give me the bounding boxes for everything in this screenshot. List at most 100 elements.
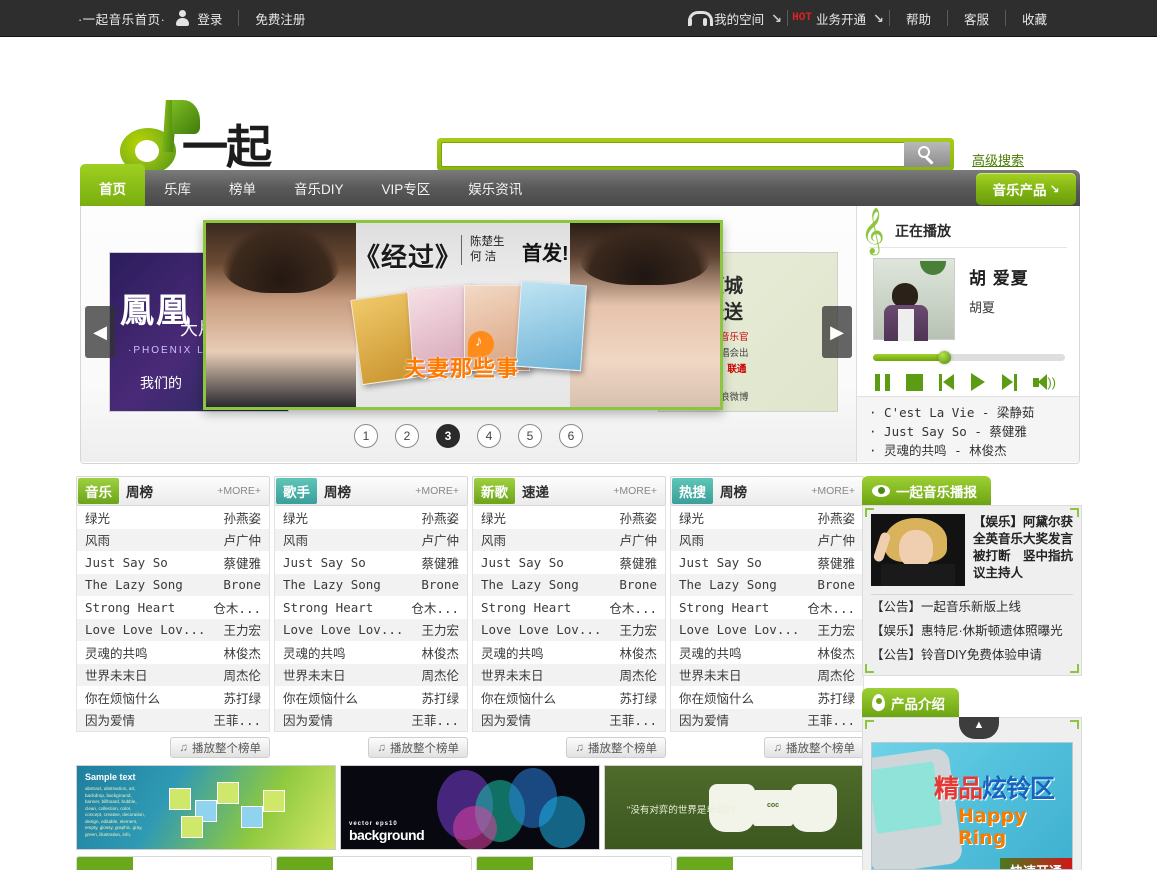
nav-item-library[interactable]: 乐库 <box>145 170 210 206</box>
stop-button[interactable] <box>906 373 923 391</box>
table-row[interactable]: 你在烦恼什么 苏打绿 <box>275 686 467 709</box>
slider-dot-5[interactable]: 5 <box>518 424 542 448</box>
footer-panel[interactable] <box>76 856 272 870</box>
site-logo[interactable]: 一起音乐 <box>120 95 310 240</box>
table-row[interactable]: Just Say So 蔡健雅 <box>671 551 863 574</box>
table-row[interactable]: Strong Heart 仓木... <box>671 596 863 619</box>
promo-thumb-green[interactable]: coc "没有对弈的世界是单调的" <box>604 765 864 850</box>
table-row[interactable]: 因为爱情 王菲... <box>77 708 269 731</box>
footer-panel[interactable] <box>676 856 872 870</box>
table-row[interactable]: 你在烦恼什么 苏打绿 <box>473 686 665 709</box>
table-row[interactable]: 风雨 卢广仲 <box>671 528 863 551</box>
table-row[interactable]: 灵魂的共鸣 林俊杰 <box>77 641 269 664</box>
playlist-item[interactable]: · Just Say So - 蔡健雅 <box>869 422 1079 441</box>
table-row[interactable]: Just Say So 蔡健雅 <box>275 551 467 574</box>
product-tab[interactable]: 产品介绍 <box>862 688 959 717</box>
slider-dot-4[interactable]: 4 <box>477 424 501 448</box>
slider-next-button[interactable]: ▶ <box>822 306 852 358</box>
table-row[interactable]: Love Love Lov... 王力宏 <box>275 618 467 641</box>
nav-item-home[interactable]: 首页 <box>80 164 145 206</box>
album-art[interactable] <box>873 258 955 341</box>
featured-news[interactable]: 【娱乐】阿黛尔获全英音乐大奖发言被打断 竖中指抗议主持人 <box>871 514 1073 595</box>
news-item[interactable]: 【娱乐】惠特尼·休斯顿遗体照曝光 <box>871 619 1073 643</box>
table-row[interactable]: The Lazy Song Brone <box>473 573 665 596</box>
table-row[interactable]: 风雨 卢广仲 <box>275 528 467 551</box>
next-button[interactable] <box>1001 373 1017 391</box>
nav-item-charts[interactable]: 榜单 <box>210 170 275 206</box>
table-row[interactable]: Love Love Lov... 王力宏 <box>671 618 863 641</box>
table-row[interactable]: 风雨 卢广仲 <box>77 528 269 551</box>
table-row[interactable]: Love Love Lov... 王力宏 <box>473 618 665 641</box>
table-row[interactable]: Just Say So 蔡健雅 <box>473 551 665 574</box>
progress-slider[interactable] <box>873 351 1065 364</box>
chart-more-link[interactable]: +MORE+ <box>217 485 261 497</box>
playlist-item[interactable]: · 灵魂的共鸣 - 林俊杰 <box>869 441 1079 460</box>
login-link[interactable]: 登录 <box>197 9 234 28</box>
chart-more-link[interactable]: +MORE+ <box>415 485 459 497</box>
footer-panel[interactable] <box>276 856 472 870</box>
table-row[interactable]: 绿光 孙燕姿 <box>671 506 863 529</box>
chevron-down-icon[interactable] <box>873 12 885 24</box>
product-banner[interactable]: 精品炫铃区 Happy Ring 快速开通 <box>871 742 1073 870</box>
chart-more-link[interactable]: +MORE+ <box>811 485 855 497</box>
table-row[interactable]: 你在烦恼什么 苏打绿 <box>671 686 863 709</box>
slider-prev-button[interactable]: ◀ <box>85 306 115 358</box>
table-row[interactable]: 灵魂的共鸣 林俊杰 <box>473 641 665 664</box>
progress-handle[interactable] <box>938 351 952 364</box>
quick-activate-button[interactable]: 快速开通 <box>999 858 1072 869</box>
table-row[interactable]: 因为爱情 王菲... <box>275 708 467 731</box>
table-row[interactable]: 因为爱情 王菲... <box>671 708 863 731</box>
table-row[interactable]: 因为爱情 王菲... <box>473 708 665 731</box>
table-row[interactable]: Strong Heart 仓木... <box>473 596 665 619</box>
table-row[interactable]: The Lazy Song Brone <box>275 573 467 596</box>
register-link[interactable]: 免费注册 <box>243 9 317 28</box>
table-row[interactable]: 世界未末日 周杰伦 <box>473 663 665 686</box>
search-button[interactable] <box>904 142 950 167</box>
table-row[interactable]: Love Love Lov... 王力宏 <box>77 618 269 641</box>
slider-dot-6[interactable]: 6 <box>559 424 583 448</box>
table-row[interactable]: 世界未末日 周杰伦 <box>275 663 467 686</box>
business-link[interactable]: 业务开通 <box>816 9 868 28</box>
table-row[interactable]: The Lazy Song Brone <box>671 573 863 596</box>
nav-item-vip[interactable]: VIP专区 <box>363 170 450 206</box>
slider-dot-3[interactable]: 3 <box>436 424 460 448</box>
play-all-button[interactable]: ♫ 播放整个榜单 <box>566 737 666 758</box>
promo-thumb-bokeh[interactable]: vector eps10 background <box>340 765 600 850</box>
table-row[interactable]: 世界未末日 周杰伦 <box>671 663 863 686</box>
news-tab[interactable]: 一起音乐播报 <box>862 476 991 505</box>
service-link[interactable]: 客服 <box>952 9 1001 28</box>
table-row[interactable]: 灵魂的共鸣 林俊杰 <box>275 641 467 664</box>
nav-item-diy[interactable]: 音乐DIY <box>275 170 363 206</box>
slider-dot-1[interactable]: 1 <box>354 424 378 448</box>
footer-panel[interactable] <box>476 856 672 870</box>
play-all-button[interactable]: ♫ 播放整个榜单 <box>368 737 468 758</box>
table-row[interactable]: 你在烦恼什么 苏打绿 <box>77 686 269 709</box>
nav-item-news[interactable]: 娱乐资讯 <box>449 170 541 206</box>
promo-thumb-abstract[interactable]: Sample text abstract, abstraction, art, … <box>76 765 336 850</box>
table-row[interactable]: Strong Heart 仓木... <box>77 596 269 619</box>
pause-button[interactable] <box>875 373 890 391</box>
play-all-button[interactable]: ♫ 播放整个榜单 <box>764 737 864 758</box>
chart-more-link[interactable]: +MORE+ <box>613 485 657 497</box>
previous-button[interactable] <box>939 373 955 391</box>
my-space-link[interactable]: 我的空间 <box>714 9 766 28</box>
playlist-item[interactable]: · C'est La Vie - 梁静茹 <box>869 403 1079 422</box>
play-button[interactable] <box>971 373 985 391</box>
table-row[interactable]: 绿光 孙燕姿 <box>473 506 665 529</box>
table-row[interactable]: Just Say So 蔡健雅 <box>77 551 269 574</box>
advanced-search-link[interactable]: 高级搜索 <box>972 150 1024 169</box>
music-product-button[interactable]: 音乐产品 ↘ <box>976 173 1076 205</box>
home-link[interactable]: ·一起音乐首页· <box>78 9 165 28</box>
news-item[interactable]: 【公告】铃音DIY免费体验申请 <box>871 643 1073 667</box>
table-row[interactable]: 灵魂的共鸣 林俊杰 <box>671 641 863 664</box>
volume-button[interactable]: )) <box>1033 373 1056 391</box>
favorite-link[interactable]: 收藏 <box>1010 9 1059 28</box>
chevron-down-icon[interactable] <box>771 12 783 24</box>
slider-dot-2[interactable]: 2 <box>395 424 419 448</box>
collapse-button[interactable]: ▲ <box>959 717 999 739</box>
table-row[interactable]: The Lazy Song Brone <box>77 573 269 596</box>
play-all-button[interactable]: ♫ 播放整个榜单 <box>170 737 270 758</box>
help-link[interactable]: 帮助 <box>894 9 943 28</box>
table-row[interactable]: Strong Heart 仓木... <box>275 596 467 619</box>
table-row[interactable]: 绿光 孙燕姿 <box>77 506 269 529</box>
